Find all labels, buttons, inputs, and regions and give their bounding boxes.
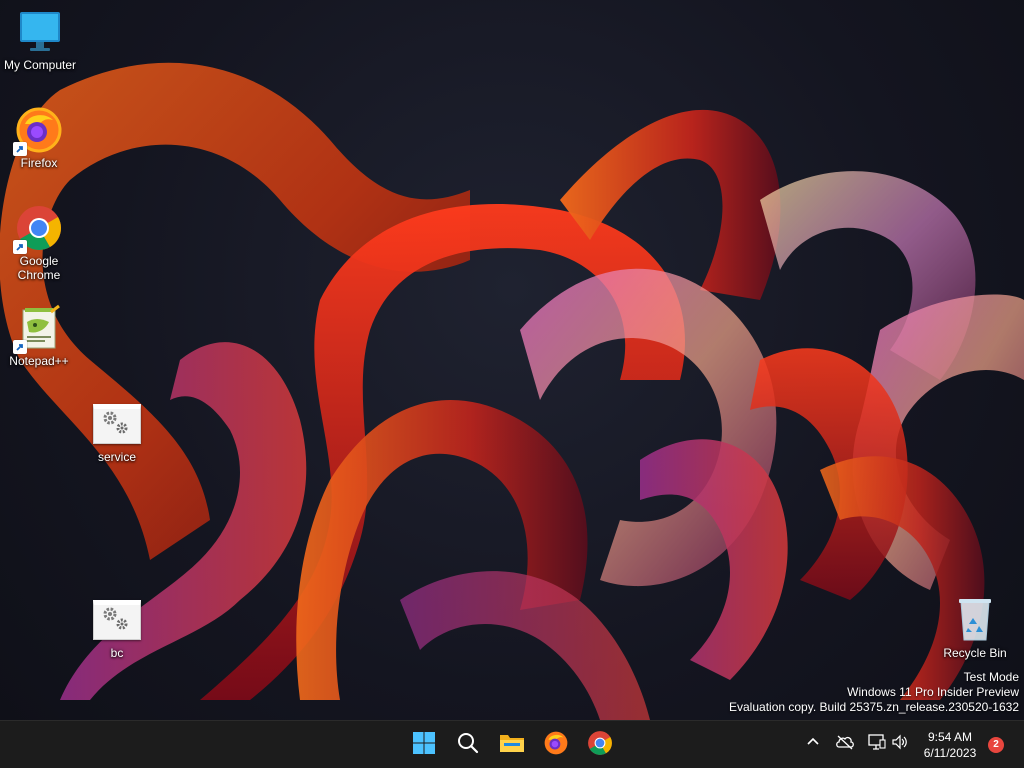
watermark-build: Evaluation copy. Build 25375.zn_release.… <box>729 700 1019 714</box>
desktop-icon-firefox[interactable]: Firefox <box>0 106 79 170</box>
settings-file-icon <box>93 600 141 640</box>
desktop-icon-bc[interactable]: bc <box>77 592 157 660</box>
chrome-icon <box>13 204 63 254</box>
clock-time: 9:54 AM <box>927 730 973 744</box>
chrome-icon <box>587 730 613 761</box>
file-explorer-button[interactable] <box>494 727 530 763</box>
chevron-up-icon <box>806 735 820 754</box>
desktop-icon-label: Google Chrome <box>17 254 61 282</box>
taskbar: 9:54 AM 6/11/2023 2 <box>0 720 1024 768</box>
notepadpp-icon <box>13 304 63 354</box>
onedrive-tray-button[interactable] <box>834 733 856 755</box>
network-icon <box>868 733 886 755</box>
volume-icon <box>891 734 909 755</box>
show-hidden-icons-button[interactable] <box>802 733 824 755</box>
desktop-icon-label: Recycle Bin <box>943 646 1007 660</box>
desktop-icon-google-chrome[interactable]: Google Chrome <box>0 204 79 282</box>
desktop-icon-recycle-bin[interactable]: Recycle Bin <box>935 596 1015 660</box>
firefox-icon <box>543 730 569 761</box>
network-tray-button[interactable] <box>866 733 888 755</box>
shortcut-arrow-icon <box>13 340 27 354</box>
watermark-test-mode: Test Mode <box>963 670 1019 684</box>
start-button[interactable] <box>406 727 442 763</box>
desktop-icon-label: Firefox <box>20 156 58 170</box>
desktop-icon-label: Notepad++ <box>9 354 69 368</box>
search-button[interactable] <box>450 727 486 763</box>
notification-badge[interactable]: 2 <box>988 737 1004 753</box>
desktop-icon-service[interactable]: service <box>77 396 157 464</box>
desktop-icon-label: service <box>97 450 136 464</box>
search-icon <box>456 731 480 760</box>
desktop-icon-notepadpp[interactable]: Notepad++ <box>0 304 79 368</box>
folder-icon <box>499 731 525 760</box>
desktop-icon-my-computer[interactable]: My Computer <box>0 8 80 72</box>
windows-watermark: Test Mode Windows 11 Pro Insider Preview… <box>729 670 1019 715</box>
windows-logo-icon <box>412 731 436 760</box>
monitor-icon <box>16 8 64 56</box>
firefox-taskbar-button[interactable] <box>538 727 574 763</box>
desktop-icon-label: My Computer <box>3 58 77 72</box>
settings-file-icon <box>93 404 141 444</box>
shortcut-arrow-icon <box>13 240 27 254</box>
cloud-offline-icon <box>835 734 855 755</box>
watermark-edition: Windows 11 Pro Insider Preview <box>847 685 1019 699</box>
chrome-taskbar-button[interactable] <box>582 727 618 763</box>
taskbar-clock[interactable]: 9:54 AM 6/11/2023 <box>918 729 982 761</box>
clock-date: 6/11/2023 <box>923 746 977 760</box>
shortcut-arrow-icon <box>13 142 27 156</box>
firefox-icon <box>13 106 63 156</box>
desktop-icon-label: bc <box>110 646 124 660</box>
recycle-bin-icon <box>951 596 999 644</box>
volume-tray-button[interactable] <box>889 733 911 755</box>
